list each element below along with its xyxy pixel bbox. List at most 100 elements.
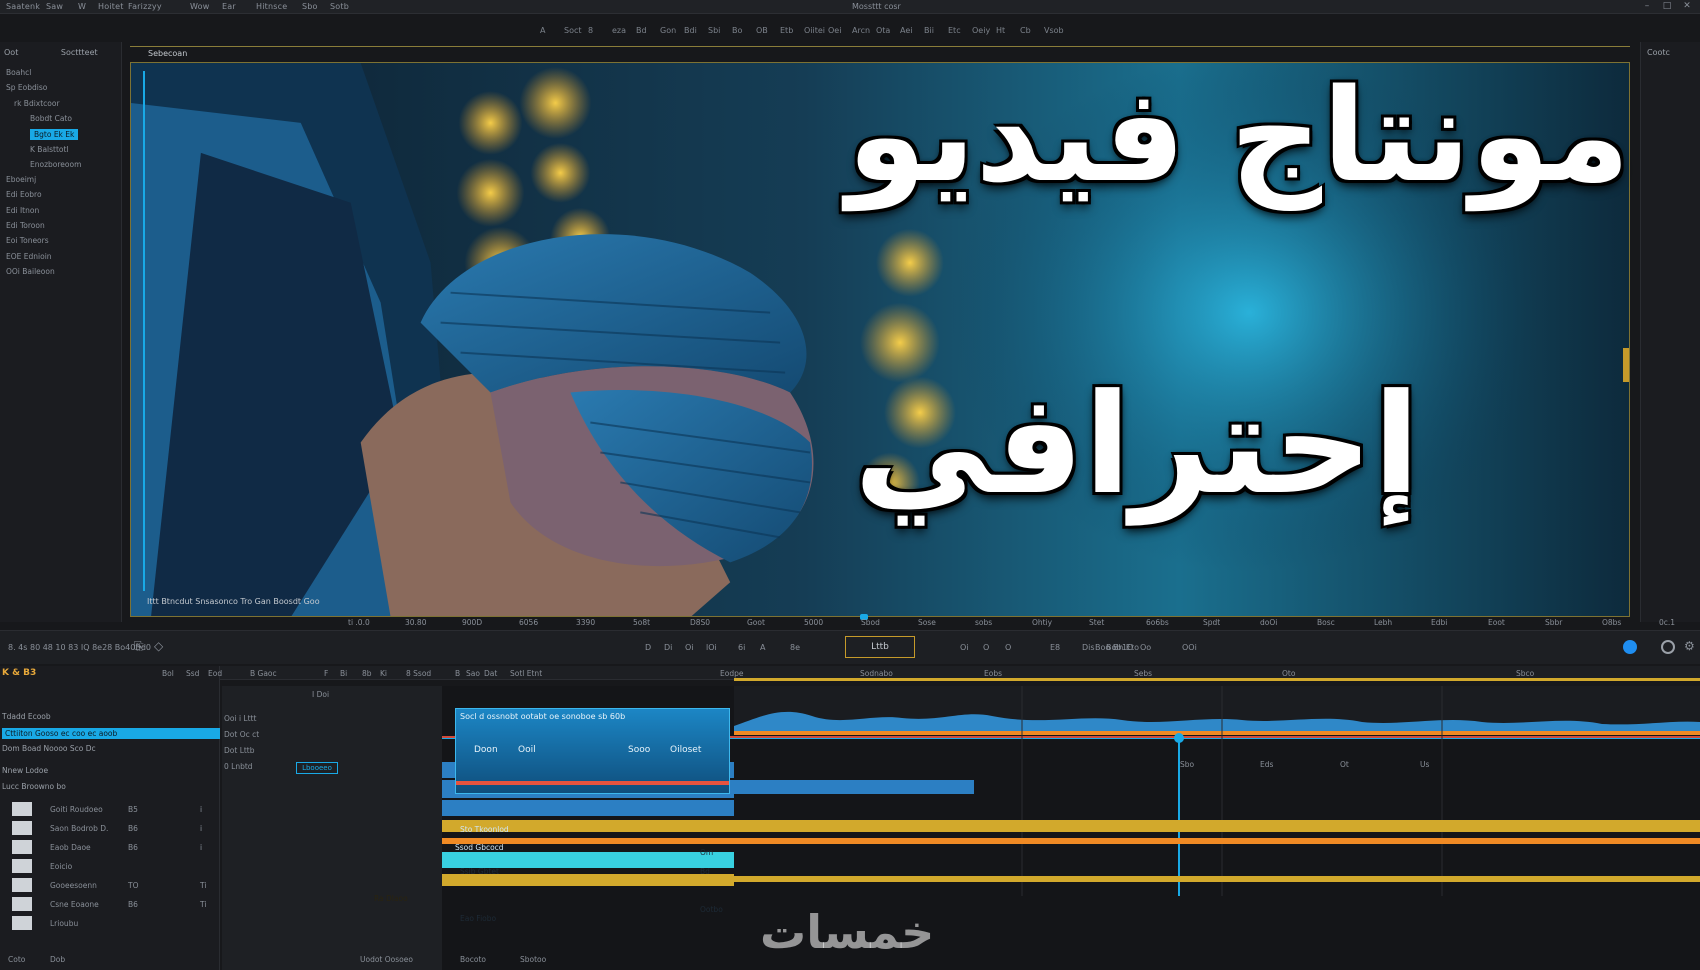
toolbar-item[interactable]: Aei bbox=[900, 26, 912, 35]
toolbar-item[interactable]: 8 bbox=[588, 26, 593, 35]
transport-control-button[interactable]: Oo bbox=[1140, 643, 1151, 652]
bin-item[interactable]: Lucc Broowno bo bbox=[2, 782, 66, 791]
bin-item[interactable]: Cttiiton Gooso ec coo ec aoob bbox=[2, 728, 220, 739]
timeline-header-item[interactable]: B Gaoc bbox=[250, 669, 277, 678]
toolbar-item[interactable]: Bdi bbox=[684, 26, 697, 35]
timeline-header-item[interactable]: Sebs bbox=[1134, 669, 1152, 678]
project-tree-item[interactable]: Edi Itnon bbox=[6, 206, 39, 215]
clip-label[interactable]: Bd bbox=[700, 867, 710, 876]
transport-control-button[interactable]: Oi bbox=[685, 643, 694, 652]
maximize-icon[interactable]: □ bbox=[1662, 1, 1672, 11]
timeline-header-item[interactable]: Sao bbox=[466, 669, 480, 678]
clip-label[interactable]: Sto Tkoonlod bbox=[460, 825, 509, 834]
track-control-label[interactable]: 0 Lnbtd bbox=[224, 762, 253, 771]
menu-item-1[interactable]: Saatenk bbox=[6, 2, 40, 11]
toolbar-item[interactable]: OB bbox=[756, 26, 768, 35]
settings-ring-icon[interactable] bbox=[1661, 640, 1675, 654]
project-tree-item[interactable]: Enozboreoom bbox=[30, 160, 81, 169]
timeline-header-item[interactable]: Sotl Etnt bbox=[510, 669, 542, 678]
export-icon[interactable]: ⎘ bbox=[134, 639, 144, 654]
track-name[interactable]: Goiti Roudoeo bbox=[50, 805, 103, 814]
close-icon[interactable]: ✕ bbox=[1682, 1, 1692, 11]
menu-item-9[interactable]: Sbo bbox=[302, 2, 318, 11]
clip-label[interactable]: Us bbox=[1420, 760, 1429, 769]
status-bar-item[interactable]: Coto bbox=[8, 955, 25, 964]
transport-control-button[interactable]: A bbox=[760, 643, 765, 652]
transport-control-button[interactable]: D bbox=[645, 643, 651, 652]
timeline-header-item[interactable]: Ssd bbox=[186, 669, 199, 678]
timeline-header-item[interactable]: Sbco bbox=[1516, 669, 1534, 678]
gear-icon[interactable]: ⚙ bbox=[1684, 639, 1695, 653]
toolbar-item[interactable]: A bbox=[540, 26, 545, 35]
menu-item-8[interactable]: Hitnsce bbox=[256, 2, 287, 11]
timeline-header-item[interactable]: 8b bbox=[362, 669, 372, 678]
toolbar-item[interactable]: Arcn bbox=[852, 26, 870, 35]
track-toggle[interactable]: Ti bbox=[200, 881, 206, 890]
timeline-header-item[interactable]: Bol bbox=[162, 669, 174, 678]
clip-label[interactable]: Eao Fiobo bbox=[460, 914, 496, 923]
menu-item-5[interactable]: Farizzyy bbox=[128, 2, 162, 11]
clip-label[interactable]: Sbo bbox=[1180, 760, 1194, 769]
transport-control-button[interactable]: Oi bbox=[960, 643, 969, 652]
toolbar-item[interactable]: Vsob bbox=[1044, 26, 1064, 35]
record-button[interactable] bbox=[1623, 640, 1637, 654]
project-tree-item[interactable]: Eoi Toneors bbox=[6, 236, 49, 245]
menu-item-4[interactable]: Hoitet bbox=[98, 2, 124, 11]
timeline-header-item[interactable]: F bbox=[324, 669, 328, 678]
menu-item-7[interactable]: Ear bbox=[222, 2, 236, 11]
transport-control-button[interactable]: lOi bbox=[706, 643, 717, 652]
toolbar-item[interactable]: Ota bbox=[876, 26, 890, 35]
menu-item-3[interactable]: W bbox=[78, 2, 86, 11]
clip-label[interactable]: Ootbo bbox=[700, 905, 723, 914]
timeline-header-item[interactable]: Ki bbox=[380, 669, 387, 678]
transport-control-button[interactable]: O bbox=[1005, 643, 1011, 652]
clip-field-3[interactable]: Sooo bbox=[628, 745, 650, 755]
project-tree-item[interactable]: Bgto Ek Ek bbox=[30, 129, 79, 141]
viewer-edge-marker[interactable] bbox=[1623, 348, 1629, 382]
status-bar-item[interactable]: Uodot Oosoeo bbox=[360, 955, 413, 964]
track-toggle[interactable]: i bbox=[200, 805, 202, 814]
marker-icon[interactable]: ◇ bbox=[154, 639, 163, 653]
track-name[interactable]: Eoicio bbox=[50, 862, 72, 871]
track-control-label[interactable]: Ooi i Lttt bbox=[224, 714, 256, 723]
transport-control-button[interactable]: Dis bbox=[1082, 643, 1095, 652]
track-name[interactable]: Saon Bodrob D. bbox=[50, 824, 108, 833]
status-bar-item[interactable]: Bocoto bbox=[460, 955, 486, 964]
toolbar-item[interactable]: Oiitei bbox=[804, 26, 825, 35]
toolbar-item[interactable]: Sbi bbox=[708, 26, 720, 35]
clip-field-1[interactable]: Doon bbox=[474, 745, 498, 755]
toolbar-item[interactable]: Ht bbox=[996, 26, 1005, 35]
bin-item[interactable]: Nnew Lodoe bbox=[2, 766, 48, 775]
project-tree-item[interactable]: OOi Baileoon bbox=[6, 267, 55, 276]
track-toggle[interactable]: i bbox=[200, 843, 202, 852]
track-toggle[interactable]: Ti bbox=[200, 900, 206, 909]
toolbar-item[interactable]: Bii bbox=[924, 26, 934, 35]
viewer-timecode-ruler[interactable]: ti .0.0 30.80 900D 6056 3390 5o8t D8S0 Goot 5000… bbox=[130, 614, 1675, 630]
transport-control-button[interactable]: O bbox=[983, 643, 989, 652]
clip-label[interactable]: Ot bbox=[1340, 760, 1349, 769]
transport-control-button[interactable]: 8e bbox=[790, 643, 800, 652]
timeline-header-item[interactable]: Eobs bbox=[984, 669, 1002, 678]
timeline-header-item[interactable]: Sodnabo bbox=[860, 669, 893, 678]
panel-tab-2[interactable]: Socttteet bbox=[61, 48, 98, 57]
timeline-header-item[interactable]: B bbox=[455, 669, 460, 678]
toolbar-item[interactable]: Bo bbox=[732, 26, 742, 35]
project-tree-item[interactable]: Bobdt Cato bbox=[30, 114, 72, 123]
clip-field-2[interactable]: Ooil bbox=[518, 745, 536, 755]
menu-item-6[interactable]: Wow bbox=[190, 2, 209, 11]
clip-field-4[interactable]: Oiloset bbox=[670, 745, 701, 755]
keyframe-button[interactable]: Lbooeeo bbox=[296, 762, 338, 774]
project-tree-item[interactable]: Edi Eobro bbox=[6, 190, 42, 199]
toolbar-item[interactable]: Gon bbox=[660, 26, 676, 35]
project-tree-item[interactable]: rk Bdixtcoor bbox=[14, 99, 60, 108]
toolbar-item[interactable]: Oei bbox=[828, 26, 841, 35]
track-name[interactable]: Gooeesoenn bbox=[50, 881, 97, 890]
track-name[interactable]: Lrioubu bbox=[50, 919, 78, 928]
project-tree-item[interactable]: Eboeimj bbox=[6, 175, 36, 184]
clip-label[interactable]: Ra Dlaoo bbox=[374, 894, 408, 903]
project-tree-item[interactable]: Edi Toroon bbox=[6, 221, 45, 230]
project-tree-item[interactable]: Boahcl bbox=[6, 68, 31, 77]
project-tree-item[interactable]: EOE Ednioin bbox=[6, 252, 52, 261]
timecode-display[interactable]: Lttb bbox=[845, 636, 915, 658]
bin-item[interactable]: Tdadd Ecoob bbox=[2, 712, 51, 721]
